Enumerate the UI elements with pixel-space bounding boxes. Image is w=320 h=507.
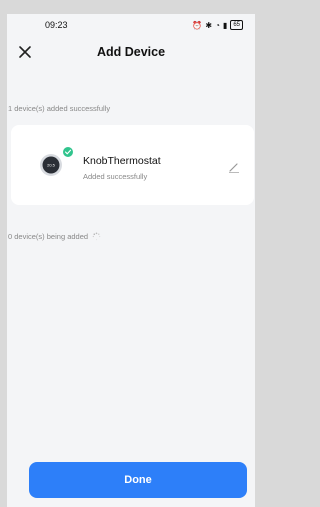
- header: Add Device: [7, 36, 255, 68]
- status-bar: 09:23 ⏰ ✱ ◔ ▮ 65: [7, 14, 255, 36]
- app-screen: 09:23 ⏰ ✱ ◔ ▮ 65 Add Device 1 device(s) …: [7, 14, 255, 507]
- bluetooth-icon: ✱: [205, 20, 213, 30]
- done-button[interactable]: Done: [29, 462, 247, 498]
- adding-count-label: 0 device(s) being added: [8, 232, 89, 241]
- battery-icon: 65: [230, 20, 243, 30]
- device-card[interactable]: 20.5 KnobThermostat Added successfully: [11, 125, 254, 205]
- page-title: Add Device: [96, 45, 166, 59]
- spinner-icon: [92, 232, 101, 241]
- device-name: KnobThermostat: [83, 155, 161, 167]
- pencil-icon[interactable]: [227, 160, 241, 174]
- added-count-label: 1 device(s) added successfully: [8, 104, 111, 113]
- alarm-icon: ⏰: [192, 20, 203, 30]
- signal-icon: ▮: [222, 20, 228, 30]
- device-status: Added successfully: [83, 172, 148, 181]
- thermostat-image: 20.5: [40, 154, 62, 176]
- wifi-icon: ◔: [215, 20, 220, 30]
- thermostat-reading: 20.5: [47, 163, 56, 168]
- adding-count-row: 0 device(s) being added: [8, 232, 101, 241]
- close-icon[interactable]: [16, 43, 34, 61]
- status-icons: ⏰ ✱ ◔ ▮ 65: [192, 20, 243, 30]
- check-icon: [61, 145, 75, 159]
- status-time: 09:23: [45, 20, 68, 30]
